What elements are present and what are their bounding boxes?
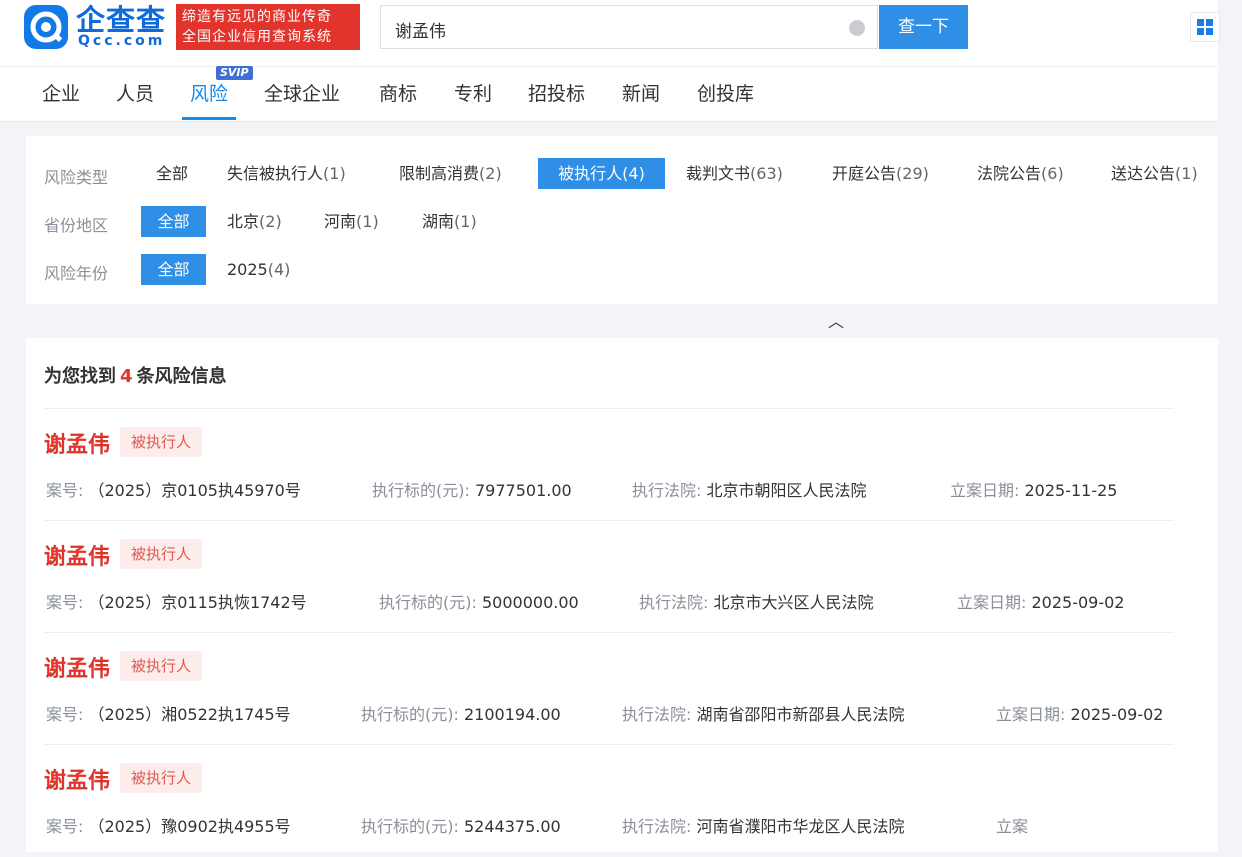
result-summary: 为您找到 4 条风险信息 — [44, 366, 227, 387]
status-badge: 被执行人 — [120, 539, 203, 569]
amount-field: 执行标的(元): 5244375.00 — [361, 817, 561, 836]
person-name-link[interactable]: 谢孟伟 — [44, 539, 110, 571]
filter-year-all[interactable]: 全部 — [141, 254, 206, 285]
main-nav: 企业 人员 风险 SVIP 全球企业 商标 专利 招投标 新闻 创投库 — [0, 66, 1218, 122]
person-name-link[interactable]: 谢孟伟 — [44, 427, 110, 459]
risk-record-row[interactable]: 谢孟伟 被执行人 案号: （2025）湘0522执1745号 执行标的(元): … — [44, 633, 1214, 745]
results-panel: 为您找到 4 条风险信息 谢孟伟 被执行人 案号: （2025）京0105执4597… — [26, 338, 1218, 852]
filter-label-risk-type: 风险类型 — [44, 168, 109, 187]
chevron-up-icon[interactable]: ︿ — [828, 308, 844, 332]
app-grid-icon[interactable] — [1190, 12, 1220, 42]
tab-risk[interactable]: 风险 — [190, 79, 228, 106]
court-field: 执行法院: 北京市朝阳区人民法院 — [632, 481, 867, 500]
risk-record-row[interactable]: 谢孟伟 被执行人 案号: （2025）豫0902执4955号 执行标的(元): … — [44, 745, 1214, 857]
case-number-field: 案号: （2025）豫0902执4955号 — [46, 817, 291, 836]
filter-panel: 风险类型 全部 失信被执行人(1) 限制高消费(2) 被执行人(4) 裁判文书(… — [26, 136, 1218, 304]
tab-enterprise[interactable]: 企业 — [42, 79, 80, 106]
filter-risk-high-consumption[interactable]: 限制高消费(2) — [399, 158, 502, 189]
search-input[interactable]: 谢孟伟 — [380, 5, 878, 49]
risk-record-row[interactable]: 谢孟伟 被执行人 案号: （2025）京0115执恢1742号 执行标的(元):… — [44, 521, 1214, 633]
person-name-link[interactable]: 谢孟伟 — [44, 763, 110, 795]
tab-news[interactable]: 新闻 — [622, 79, 660, 106]
filter-label-region: 省份地区 — [44, 216, 109, 235]
svip-badge: SVIP — [216, 66, 253, 80]
person-name-link[interactable]: 谢孟伟 — [44, 651, 110, 683]
court-field: 执行法院: 北京市大兴区人民法院 — [639, 593, 874, 612]
filter-risk-dishonest[interactable]: 失信被执行人(1) — [227, 158, 346, 189]
tab-patent[interactable]: 专利 — [454, 79, 492, 106]
amount-field: 执行标的(元): 2100194.00 — [361, 705, 561, 724]
filter-risk-hearing-notice[interactable]: 开庭公告(29) — [832, 158, 929, 189]
filter-region-all[interactable]: 全部 — [141, 206, 206, 237]
tab-bidding[interactable]: 招投标 — [528, 79, 585, 106]
status-badge: 被执行人 — [120, 651, 203, 681]
slogan-banner: 缔造有远见的商业传奇 全国企业信用查询系统 — [176, 4, 360, 50]
filter-risk-court-notice[interactable]: 法院公告(6) — [977, 158, 1064, 189]
logo-text[interactable]: 企查查 — [76, 4, 166, 36]
slogan-line-2: 全国企业信用查询系统 — [182, 29, 332, 45]
court-field: 执行法院: 河南省濮阳市华龙区人民法院 — [622, 817, 905, 836]
filter-risk-judgments[interactable]: 裁判文书(63) — [686, 158, 783, 189]
filing-date-field: 立案 — [996, 817, 1029, 836]
filter-risk-all[interactable]: 全部 — [156, 158, 188, 189]
risk-record-row[interactable]: 谢孟伟 被执行人 案号: （2025）京0105执45970号 执行标的(元):… — [44, 409, 1214, 521]
tab-people[interactable]: 人员 — [116, 79, 154, 106]
filter-region-henan[interactable]: 河南(1) — [324, 206, 379, 237]
amount-field: 执行标的(元): 5000000.00 — [379, 593, 579, 612]
filter-risk-executed-person[interactable]: 被执行人(4) — [538, 158, 665, 189]
result-count: 4 — [120, 366, 133, 387]
tab-trademark[interactable]: 商标 — [379, 79, 417, 106]
filter-label-year: 风险年份 — [44, 264, 109, 283]
filter-year-2025[interactable]: 2025(4) — [227, 254, 290, 285]
court-field: 执行法院: 湖南省邵阳市新邵县人民法院 — [622, 705, 905, 724]
qcc-logo-icon[interactable] — [24, 5, 68, 49]
filing-date-field: 立案日期: 2025-09-02 — [996, 705, 1164, 724]
top-header: 企查查 Qcc.com 缔造有远见的商业传奇 全国企业信用查询系统 谢孟伟 查一… — [0, 0, 1220, 66]
status-badge: 被执行人 — [120, 427, 203, 457]
case-number-field: 案号: （2025）湘0522执1745号 — [46, 705, 291, 724]
logo-domain: Qcc.com — [78, 33, 166, 49]
filing-date-field: 立案日期: 2025-11-25 — [950, 481, 1118, 500]
search-button[interactable]: 查一下 — [879, 5, 968, 49]
clear-search-icon[interactable] — [849, 20, 865, 36]
tab-venture-db[interactable]: 创投库 — [697, 79, 754, 106]
filter-region-hunan[interactable]: 湖南(1) — [422, 206, 477, 237]
case-number-field: 案号: （2025）京0105执45970号 — [46, 481, 301, 500]
filter-risk-service-notice[interactable]: 送达公告(1) — [1111, 158, 1198, 189]
active-tab-underline — [182, 117, 236, 120]
filter-region-beijing[interactable]: 北京(2) — [227, 206, 282, 237]
case-number-field: 案号: （2025）京0115执恢1742号 — [46, 593, 307, 612]
slogan-line-1: 缔造有远见的商业传奇 — [182, 9, 332, 25]
amount-field: 执行标的(元): 7977501.00 — [372, 481, 572, 500]
filing-date-field: 立案日期: 2025-09-02 — [957, 593, 1125, 612]
status-badge: 被执行人 — [120, 763, 203, 793]
tab-global-enterprise[interactable]: 全球企业 — [264, 79, 340, 106]
filter-collapse-bar: ︿ — [26, 304, 1218, 338]
search-input-value[interactable]: 谢孟伟 — [395, 17, 446, 42]
